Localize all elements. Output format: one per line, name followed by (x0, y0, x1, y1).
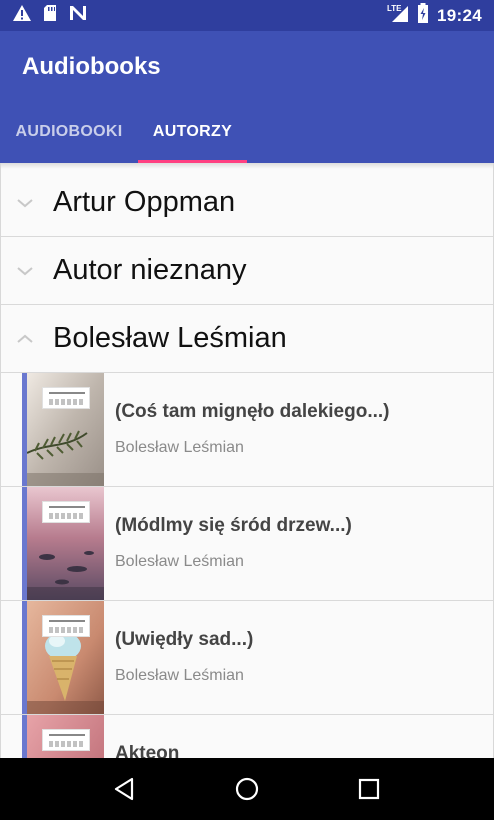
status-bar: LTE 19:24 (0, 0, 494, 31)
chevron-down-icon (16, 237, 34, 305)
book-row[interactable]: (Coś tam mignęło dalekiego...) Bolesław … (1, 373, 493, 487)
book-row[interactable]: Akteon (1, 715, 493, 758)
warning-icon (12, 4, 32, 27)
screen: LTE 19:24 Audiobooks AUDIOBOOKI AUTORZY … (0, 0, 494, 820)
network-label: LTE (387, 4, 402, 13)
book-author: Bolesław Leśmian (115, 667, 244, 684)
author-row-artur-oppman[interactable]: Artur Oppman (1, 169, 493, 237)
author-name: Artur Oppman (53, 186, 236, 218)
book-title: (Módlmy się śród drzew...) (115, 515, 352, 536)
author-row-boleslaw-lesmian[interactable]: Bolesław Leśmian (1, 305, 493, 373)
back-icon[interactable] (105, 769, 145, 809)
author-name: Bolesław Leśmian (53, 322, 287, 354)
book-title: (Coś tam mignęło dalekiego...) (115, 401, 390, 422)
tab-audiobooki[interactable]: AUDIOBOOKI (0, 101, 138, 163)
book-cover-image (27, 601, 104, 714)
recents-icon[interactable] (349, 769, 389, 809)
book-cover-image (27, 715, 104, 758)
app-title: Audiobooks (22, 53, 161, 80)
sd-card-icon (42, 4, 58, 27)
book-row[interactable]: (Módlmy się śród drzew...) Bolesław Leśm… (1, 487, 493, 601)
authors-list[interactable]: Artur Oppman Autor nieznany Bolesław Leś… (0, 163, 494, 758)
n-notification-icon (68, 4, 88, 27)
author-name: Autor nieznany (53, 254, 247, 286)
book-cover-image (27, 373, 104, 486)
clock: 19:24 (437, 5, 482, 25)
home-icon[interactable] (227, 769, 267, 809)
cover-label (42, 615, 90, 637)
battery-icon (417, 3, 429, 28)
cover-label (42, 729, 90, 751)
navigation-bar (0, 758, 494, 820)
book-author: Bolesław Leśmian (115, 553, 244, 570)
book-cover-image (27, 487, 104, 600)
cover-label (42, 387, 90, 409)
cover-label (42, 501, 90, 523)
chevron-down-icon (16, 169, 34, 237)
book-row[interactable]: (Uwiędły sad...) Bolesław Leśmian (1, 601, 493, 715)
tab-autorzy[interactable]: AUTORZY (138, 101, 247, 163)
chevron-up-icon (16, 305, 34, 373)
book-title: (Uwiędły sad...) (115, 629, 254, 650)
book-title: Akteon (115, 743, 180, 758)
signal-icon: LTE (387, 3, 409, 28)
tab-bar: AUDIOBOOKI AUTORZY (0, 101, 494, 163)
app-bar: Audiobooks AUDIOBOOKI AUTORZY (0, 31, 494, 163)
book-author: Bolesław Leśmian (115, 439, 244, 456)
author-row-autor-nieznany[interactable]: Autor nieznany (1, 237, 493, 305)
